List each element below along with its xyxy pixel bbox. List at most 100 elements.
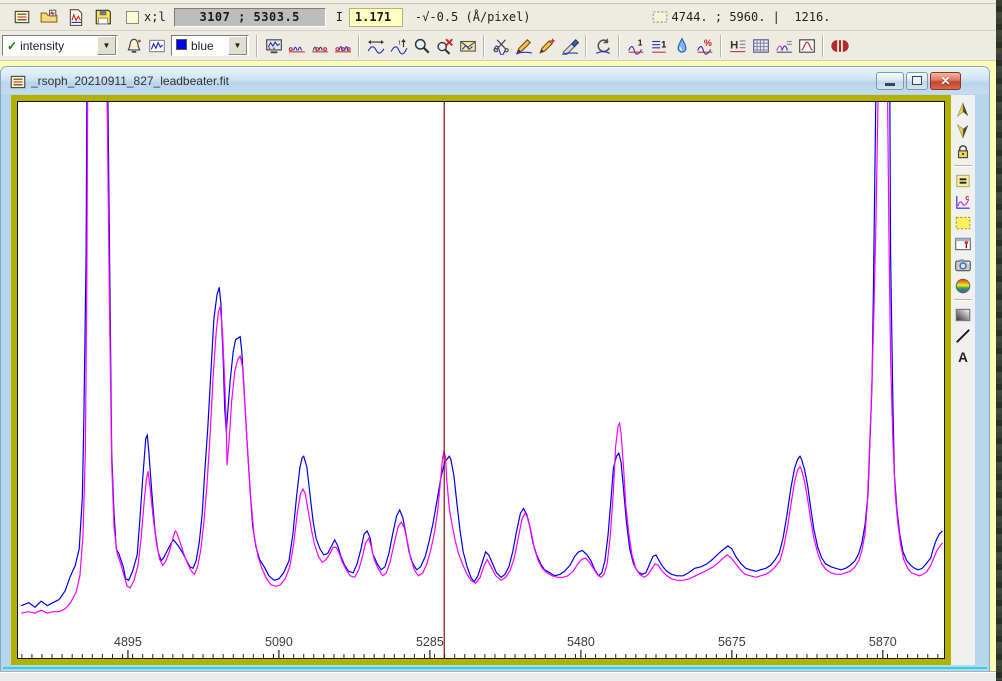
lock-icon[interactable] [952, 141, 974, 162]
svg-text:%: % [703, 38, 711, 48]
erase-curve-icon[interactable] [558, 34, 581, 57]
profile-box-icon[interactable] [795, 34, 818, 57]
plot-bars-icon[interactable] [331, 34, 354, 57]
close-icon: ✕ [940, 75, 950, 87]
sidebar-separator [954, 165, 972, 167]
chevron-down-icon[interactable]: ▼ [228, 36, 247, 55]
zoom-region-icon[interactable] [952, 212, 974, 233]
text-label-icon[interactable]: A [952, 346, 974, 367]
palette-sphere-icon[interactable] [952, 275, 974, 296]
spectrum-file-icon [9, 73, 26, 88]
equals-icon[interactable] [952, 170, 974, 191]
restore-icon [912, 76, 922, 85]
spectrum-trace-blue [21, 102, 942, 607]
zoom-in-icon[interactable] [410, 34, 433, 57]
trace-color-select[interactable]: blue ▼ [171, 35, 249, 56]
save-icon[interactable] [91, 6, 114, 29]
mode-select-value: intensity [20, 39, 64, 53]
dispersion-text: -√-0.5 (Å/pixel) [415, 10, 531, 24]
trace-color-value: blue [191, 39, 214, 53]
element-h-lines-icon[interactable]: H [726, 34, 749, 57]
normalize-one-icon[interactable]: 1 [624, 34, 647, 57]
edit-points-icon[interactable] [535, 34, 558, 57]
svg-text:c: c [965, 193, 969, 202]
toolbar-separator [720, 35, 722, 57]
x-tick-label: 5675 [718, 635, 746, 649]
zoom-reset-icon[interactable] [433, 34, 456, 57]
svg-text:1: 1 [637, 37, 642, 47]
copy-curve-icon[interactable]: c [952, 191, 974, 212]
intensity-label: I [336, 10, 343, 24]
close-button[interactable]: ✕ [930, 72, 961, 90]
frame-accent-line [3, 667, 987, 669]
main-toolbar: x;l 3107 ; 5303.5 I 1.171 -√-0.5 (Å/pixe… [0, 4, 996, 31]
crop-envelope-icon[interactable] [456, 34, 479, 57]
toolbar-separator [358, 35, 360, 57]
window-title: _rsoph_20210911_827_leadbeater.fit [31, 74, 876, 88]
restore-button[interactable] [906, 72, 928, 90]
open-profile-icon[interactable] [37, 6, 60, 29]
display-mode-icon[interactable] [262, 34, 285, 57]
coord-checkbox-label: x;l [144, 10, 166, 24]
eraser-gum-icon[interactable] [122, 34, 145, 57]
svg-text:A: A [958, 350, 968, 365]
coord-checkbox[interactable] [126, 11, 139, 24]
draw-pencil-icon[interactable] [512, 34, 535, 57]
right-toolbar: cA [951, 95, 975, 665]
selection-box-icon[interactable] [649, 6, 672, 29]
plot-lines-icon[interactable] [308, 34, 331, 57]
check-icon: ✓ [7, 39, 17, 53]
fit-window-icon[interactable] [364, 34, 387, 57]
water-drop-icon[interactable] [670, 34, 693, 57]
pin-window-icon[interactable] [952, 233, 974, 254]
cursor-coordinate-readout: 3107 ; 5303.5 [174, 8, 326, 27]
x-tick-label: 4895 [114, 635, 142, 649]
svg-text:H: H [730, 39, 738, 51]
open-document-icon[interactable] [64, 6, 87, 29]
toolbar-separator [256, 35, 258, 57]
x-tick-label: 5870 [869, 635, 897, 649]
svg-text:t: t [398, 39, 400, 46]
periodic-table-icon[interactable] [749, 34, 772, 57]
arrow-down-icon[interactable] [952, 120, 974, 141]
draw-line-icon[interactable] [952, 325, 974, 346]
desktop-edge [996, 0, 1002, 680]
scale-up-icon[interactable]: t [387, 34, 410, 57]
minimize-button[interactable] [876, 72, 904, 90]
app-root: { "toolbar_main": { "file_icons": [ {"na… [0, 0, 1002, 680]
reference-one-icon[interactable]: 1 [647, 34, 670, 57]
plot-border: 4895 5090 5285 5480 5675 5870 [11, 95, 951, 665]
overlay-curves-icon[interactable] [772, 34, 795, 57]
window-frame: 489550905285548056755870 cA [0, 94, 990, 672]
series-preview-icon[interactable] [145, 34, 168, 57]
minimize-icon [885, 83, 895, 86]
camera-icon[interactable] [952, 254, 974, 275]
ratio-percent-icon[interactable]: % [693, 34, 716, 57]
x-tick-label: 5480 [567, 635, 595, 649]
plot-points-icon[interactable] [285, 34, 308, 57]
x-tick-label: 5285 [416, 635, 444, 649]
undo-curve-icon[interactable] [591, 34, 614, 57]
chevron-down-icon[interactable]: ▼ [97, 36, 116, 55]
toolbar-separator [822, 35, 824, 57]
toolbar-separator [483, 35, 485, 57]
x-tick-label: 5090 [265, 635, 293, 649]
card-file-icon[interactable] [10, 6, 33, 29]
color-swatch [176, 39, 187, 50]
wavelength-range-readout: 4744. ; 5960. | 1216. [672, 10, 831, 24]
plot-canvas[interactable]: 4895 5090 5285 5480 5675 5870 [18, 102, 944, 658]
mode-select[interactable]: ✓intensity ▼ [2, 35, 118, 56]
window-titlebar[interactable]: _rsoph_20210911_827_leadbeater.fit ✕ [0, 66, 990, 94]
spectrum-window: _rsoph_20210911_827_leadbeater.fit ✕ 489… [0, 66, 990, 672]
toolbar-separator [585, 35, 587, 57]
arrow-up-icon[interactable] [952, 99, 974, 120]
gradient-fill-icon[interactable] [952, 304, 974, 325]
cut-curve-icon[interactable] [489, 34, 512, 57]
sidebar-separator [954, 299, 972, 301]
phase-plot-icon[interactable] [828, 34, 851, 57]
svg-text:1: 1 [661, 39, 666, 49]
intensity-readout: 1.171 [349, 8, 403, 27]
tools-toolbar: ✓intensity ▼ blue ▼ t 1 1% H [0, 31, 996, 61]
spectrum-trace-pink [21, 102, 942, 613]
toolbar-separator [618, 35, 620, 57]
